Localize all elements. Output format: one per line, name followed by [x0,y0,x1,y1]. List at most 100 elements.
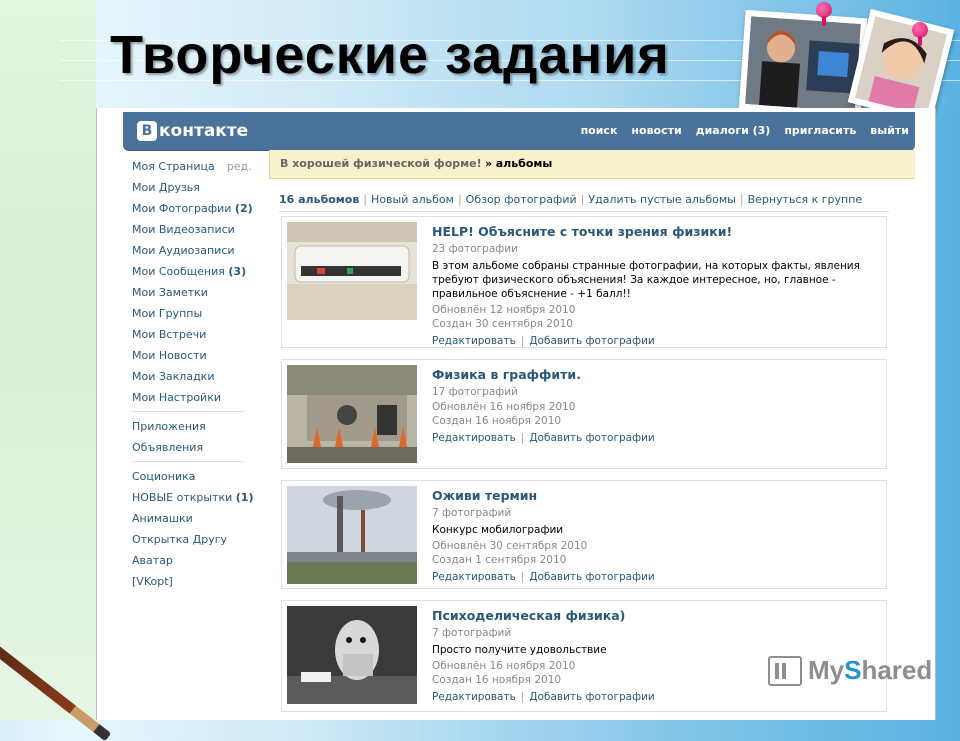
sidebar-item-label: Мои Видеозаписи [132,223,235,236]
breadcrumb-separator: » [485,157,493,170]
nav-logout-link[interactable]: выйти [870,124,909,137]
air-conditioner-image [287,222,417,320]
album-thumbnail[interactable] [287,365,417,463]
sidebar-divider [132,461,244,462]
album-tabs: 16 альбомов | Новый альбом | Обзор фотографи… [279,189,889,212]
sidebar-item-photos[interactable]: Мои Фотографии (2) [132,198,253,219]
album-photo-count: 7 фотографий [432,507,512,519]
add-photos-link[interactable]: Добавить фотографии [529,691,654,703]
album-title-link[interactable]: Физика в граффити. [432,366,882,384]
album-photo-count: 17 фотографий [432,386,518,398]
add-photos-link[interactable]: Добавить фотографии [529,432,654,444]
sidebar-item-label: Мои Группы [132,307,203,320]
vk-top-nav: поиск новости диалоги (3) пригласить вый… [581,124,909,137]
breadcrumb-group-link[interactable]: В хорошей физической форме! [280,157,482,170]
nav-search-link[interactable]: поиск [581,124,618,137]
sidebar-item-animations[interactable]: Анимашки [132,508,244,529]
add-photos-link[interactable]: Добавить фотографии [529,335,654,347]
sidebar-item-messages[interactable]: Мои Сообщения (3) [132,261,247,282]
sidebar-item-label: Мои Закладки [132,370,215,383]
sidebar-item-label: Мои Сообщения [132,265,225,278]
tab-photo-overview[interactable]: Обзор фотографий [466,193,577,206]
sidebar-item-my-page[interactable]: Моя Страница ред. [132,156,252,177]
album-description: Конкурс мобилографии [432,524,564,536]
sidebar-item-label: Объявления [132,441,204,454]
album-card: HELP! Объясните с точки зрения физики! 2… [281,216,887,348]
sidebar-divider [132,411,244,412]
album-thumbnail[interactable] [287,606,417,704]
sidebar-item-ads[interactable]: Объявления [132,437,244,458]
sidebar-item-notes[interactable]: Мои Заметки [132,282,244,303]
psychedelic-image [287,606,417,704]
sidebar-item-groups[interactable]: Мои Группы [132,303,244,324]
edit-album-link[interactable]: Редактировать [432,691,516,703]
sidebar-item-label: Анимашки [132,512,193,525]
sidebar-item-videos[interactable]: Мои Видеозаписи [132,219,244,240]
album-info: Физика в граффити. 17 фотографий Обновлё… [432,366,882,445]
edit-profile-link[interactable]: ред. [227,160,252,173]
sidebar-item-label: Соционика [132,470,196,483]
album-title-link[interactable]: Психоделическая физика) [432,607,882,625]
nav-invite-link[interactable]: пригласить [784,124,856,137]
tab-back-to-group[interactable]: Вернуться к группе [748,193,863,206]
sidebar-item-label: НОВЫЕ открытки [132,491,233,504]
watermark-text-accent: S [844,655,862,685]
sidebar-item-friend-card[interactable]: Открытка Другу [132,529,244,550]
album-description: В этом альбоме собраны странные фотограф… [432,260,860,300]
slide-left-strip [0,0,96,720]
sidebar-item-label: Мои Новости [132,349,207,362]
edit-album-link[interactable]: Редактировать [432,335,516,347]
album-thumbnail[interactable] [287,486,417,584]
album-updated: Обновлён 12 ноября 2010 [432,304,576,316]
sidebar-item-label: Мои Заметки [132,286,208,299]
album-card: Физика в граффити. 17 фотографий Обновлё… [281,359,887,469]
sidebar-item-avatar[interactable]: Аватар [132,550,244,571]
vk-header: B контакте поиск новости диалоги (3) при… [123,112,915,151]
vk-page: B контакте поиск новости диалоги (3) при… [96,108,936,720]
sidebar-item-audio[interactable]: Мои Аудиозаписи [132,240,244,261]
album-actions: Редактировать | Добавить фотографии [432,691,655,703]
sidebar-item-friends[interactable]: Мои Друзья [132,177,244,198]
sidebar-item-new-cards[interactable]: НОВЫЕ открытки (1) [132,487,254,508]
vk-logo[interactable]: B контакте [137,120,248,142]
sidebar-item-settings[interactable]: Мои Настройки [132,387,244,408]
album-created: Создан 16 ноября 2010 [432,415,562,427]
tab-new-album[interactable]: Новый альбом [371,193,454,206]
watermark-text-suffix: hared [861,655,933,685]
sidebar-item-vkopt[interactable]: [VKopt] [132,571,244,592]
album-card: Оживи термин 7 фотографий Конкурс мобило… [281,480,887,589]
sidebar-item-socionics[interactable]: Соционика [132,466,244,487]
tab-delete-empty[interactable]: Удалить пустые альбомы [588,193,735,206]
edit-album-link[interactable]: Редактировать [432,432,516,444]
sidebar-item-label: Мои Аудиозаписи [132,244,235,257]
album-updated: Обновлён 16 ноября 2010 [432,401,576,413]
sidebar-item-count: (3) [228,265,247,278]
album-title-link[interactable]: Оживи термин [432,487,882,505]
sidebar-item-news[interactable]: Мои Новости [132,345,244,366]
album-created: Создан 30 сентября 2010 [432,318,573,330]
sidebar-item-label: Открытка Другу [132,533,228,546]
sidebar-item-events[interactable]: Мои Встречи [132,324,244,345]
nav-dialogs-link[interactable]: диалоги (3) [696,124,771,137]
album-photo-count: 7 фотографий [432,627,512,639]
album-thumbnail[interactable] [287,222,417,320]
sidebar-item-label: [VKopt] [132,575,173,588]
sidebar-item-count: (1) [235,491,254,504]
edit-album-link[interactable]: Редактировать [432,571,516,583]
sidebar-item-label: Приложения [132,420,206,433]
sidebar-item-label: Мои Фотографии [132,202,232,215]
album-actions: Редактировать | Добавить фотографии [432,432,655,444]
album-info: HELP! Объясните с точки зрения физики! 2… [432,223,882,348]
album-updated: Обновлён 30 сентября 2010 [432,540,588,552]
breadcrumb: В хорошей физической форме! » альбомы [269,150,915,179]
sidebar-item-label: Мои Друзья [132,181,200,194]
nav-news-link[interactable]: новости [631,124,681,137]
sidebar-item-apps[interactable]: Приложения [132,416,244,437]
tab-albums-count[interactable]: 16 альбомов [279,193,359,206]
vk-logo-text: контакте [159,121,249,141]
add-photos-link[interactable]: Добавить фотографии [529,571,654,583]
chimney-image [287,486,417,584]
sidebar-item-label: Мои Настройки [132,391,221,404]
sidebar-item-bookmarks[interactable]: Мои Закладки [132,366,244,387]
album-title-link[interactable]: HELP! Объясните с точки зрения физики! [432,223,882,241]
